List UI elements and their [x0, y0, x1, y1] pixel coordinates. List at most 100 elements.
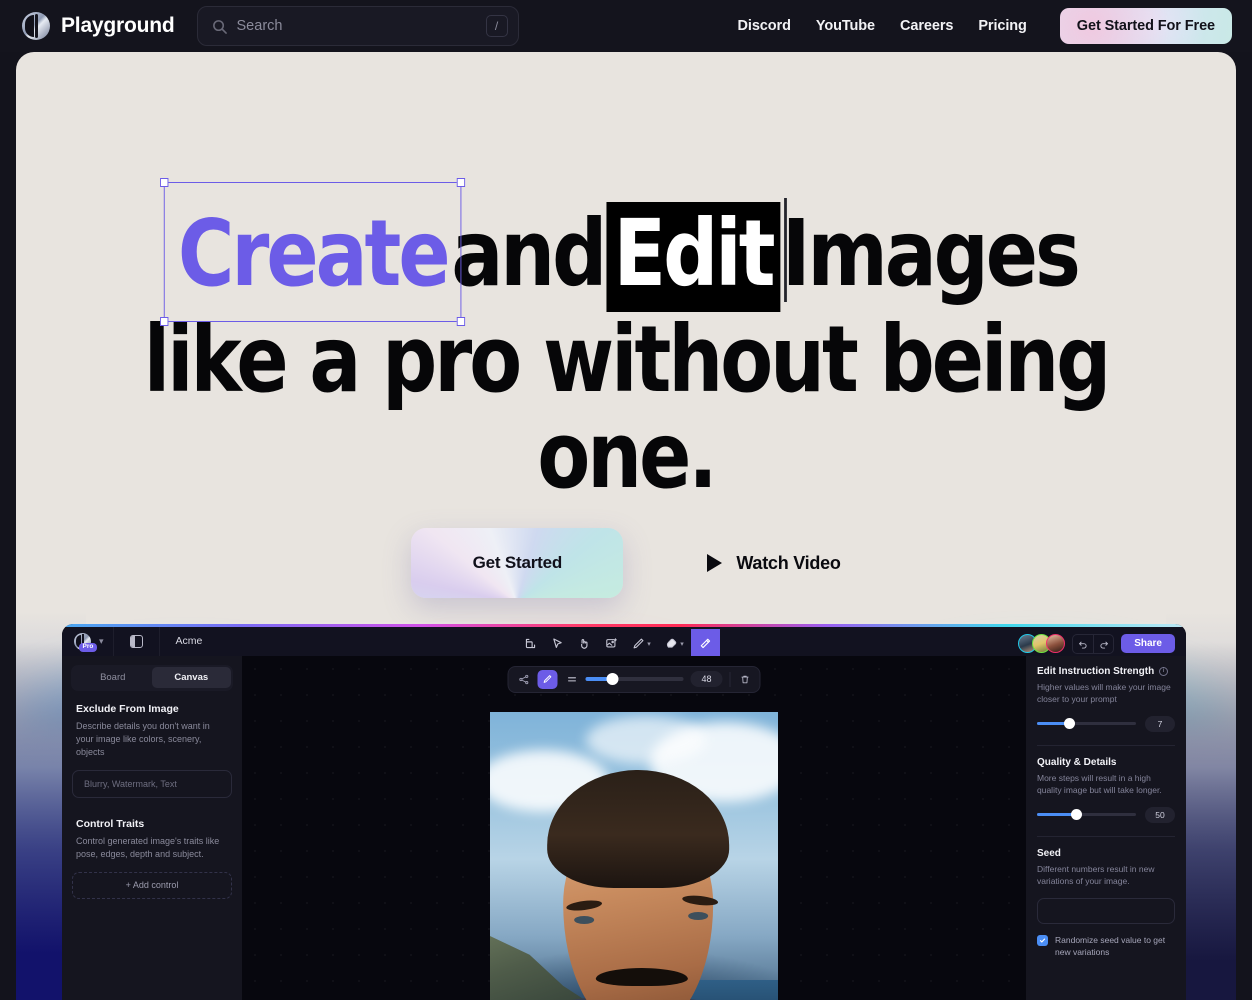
- brand[interactable]: Playground: [16, 12, 175, 40]
- add-control-button[interactable]: + Add control: [72, 871, 232, 899]
- headline-word-create: Create: [160, 178, 466, 326]
- stroke-style-icon[interactable]: [565, 672, 579, 686]
- headline-edit-text: Edit: [613, 200, 776, 307]
- slider-knob[interactable]: [1070, 808, 1083, 821]
- exclude-input[interactable]: Blurry, Watermark, Text: [72, 769, 232, 798]
- search-shortcut-key: /: [485, 15, 508, 37]
- sidebar-toggle-icon[interactable]: [129, 634, 143, 648]
- tab-board[interactable]: Board: [74, 667, 153, 688]
- seed-section: Seed Different numbers result in new var…: [1037, 848, 1175, 958]
- section-description: Different numbers result in new variatio…: [1037, 863, 1155, 886]
- eraser-icon[interactable]: ▾: [658, 629, 691, 658]
- headline-images: Images: [781, 200, 1081, 307]
- left-panel: Board Canvas Exclude From Image Describe…: [62, 655, 242, 1000]
- mustache: [595, 967, 688, 986]
- watch-video-label: Watch Video: [736, 552, 841, 573]
- nav-link-discord[interactable]: Discord: [738, 18, 791, 34]
- section-title: Edit Instruction Strength: [1037, 665, 1155, 677]
- info-icon[interactable]: i: [1159, 666, 1169, 676]
- right-panel: Edit Instruction Strength i Higher value…: [1026, 655, 1186, 1000]
- chevron-down-icon: ▾: [99, 635, 104, 646]
- app-logo-menu[interactable]: Pro ▾: [62, 627, 113, 656]
- toolbar-divider: [112, 626, 114, 656]
- eye: [688, 911, 709, 920]
- app-topbar: Pro ▾ Acme ▾ ▾ Share: [62, 626, 1186, 658]
- brush-size-value: 48: [690, 671, 723, 687]
- edit-strength-value: 7: [1145, 715, 1175, 732]
- slider-knob[interactable]: [1063, 717, 1076, 730]
- panel-divider: [1037, 835, 1175, 837]
- headline-line-2: like a pro without being: [143, 306, 1112, 413]
- avatar[interactable]: [1046, 634, 1066, 653]
- panel-divider: [1037, 744, 1175, 746]
- randomize-seed-label: Randomize seed value to get new variatio…: [1055, 934, 1166, 957]
- search-input[interactable]: Search /: [196, 6, 519, 46]
- get-started-button[interactable]: Get Started: [411, 528, 624, 598]
- eye: [574, 915, 595, 924]
- slider-fill: [1037, 812, 1075, 817]
- transform-icon[interactable]: [517, 629, 544, 658]
- canvas-area[interactable]: 48: [242, 655, 1026, 1000]
- seed-input[interactable]: [1037, 897, 1175, 924]
- section-description: Higher values will make your image close…: [1037, 681, 1171, 704]
- tab-canvas[interactable]: Canvas: [152, 667, 231, 688]
- play-icon: [707, 554, 723, 572]
- playground-logo-icon: [22, 12, 50, 40]
- hero-cta-row: Get Started Watch Video: [16, 528, 1236, 598]
- brush-slider-knob[interactable]: [606, 673, 619, 685]
- brand-name: Playground: [61, 14, 175, 37]
- project-title: Acme: [175, 635, 203, 647]
- undo-icon[interactable]: [1073, 635, 1093, 653]
- brush-pencil-button[interactable]: [537, 669, 558, 689]
- headline-and: and: [451, 200, 607, 307]
- trash-icon[interactable]: [738, 672, 752, 686]
- section-title: Quality & Details: [1037, 756, 1117, 768]
- edit-strength-slider[interactable]: [1037, 717, 1136, 730]
- edit-instruction-strength-section: Edit Instruction Strength i Higher value…: [1037, 666, 1175, 732]
- headline-line-1: Create and Edit Images: [59, 178, 1194, 326]
- app-preview-window: Pro ▾ Acme ▾ ▾ Share Board Canvas Exclud…: [62, 624, 1186, 1000]
- magic-wand-icon[interactable]: [691, 629, 720, 658]
- nav-link-youtube[interactable]: YouTube: [816, 18, 875, 34]
- pencil-icon[interactable]: ▾: [625, 629, 658, 658]
- headline-create-text: Create: [177, 200, 451, 307]
- brush-size-slider[interactable]: [585, 673, 684, 685]
- hair: [547, 769, 730, 888]
- headline-word-edit: Edit: [606, 198, 787, 312]
- randomize-seed-checkbox[interactable]: [1037, 934, 1048, 946]
- share-nodes-icon[interactable]: [517, 672, 531, 686]
- top-navbar: Playground Search / Discord YouTube Care…: [0, 0, 1252, 52]
- canvas-toolbar: ▾ ▾: [517, 629, 720, 658]
- chevron-down-icon: ▾: [647, 640, 651, 648]
- page-title: Create and Edit Images like a pro without …: [59, 178, 1194, 504]
- randomize-seed-row[interactable]: Randomize seed value to get new variatio…: [1037, 934, 1175, 958]
- quality-value: 50: [1145, 806, 1175, 823]
- brush-toolbar-divider: [729, 671, 731, 687]
- nav-links: Discord YouTube Careers Pricing Get Star…: [738, 8, 1236, 44]
- hand-icon[interactable]: [571, 629, 598, 658]
- topbar-right-controls: Share: [1018, 629, 1186, 658]
- section-description: Control generated image's traits like po…: [76, 835, 220, 859]
- watch-video-button[interactable]: Watch Video: [707, 552, 841, 574]
- selection-handle-top-right[interactable]: [456, 178, 466, 187]
- share-button[interactable]: Share: [1121, 634, 1175, 653]
- nav-link-careers[interactable]: Careers: [900, 18, 953, 34]
- selection-handle-top-left[interactable]: [160, 178, 169, 187]
- nav-link-pricing[interactable]: Pricing: [978, 18, 1027, 34]
- cursor-icon[interactable]: [544, 629, 571, 658]
- brush-toolbar: 48: [507, 665, 761, 693]
- get-started-free-button[interactable]: Get Started For Free: [1060, 8, 1232, 44]
- section-title: Seed: [1037, 847, 1061, 859]
- undo-redo-group: [1072, 633, 1115, 654]
- exclude-from-image-section: Exclude From Image Describe details you …: [71, 703, 233, 798]
- search-icon: [212, 19, 227, 34]
- text-caret: [783, 198, 787, 302]
- control-traits-section: Control Traits Control generated image's…: [71, 818, 233, 899]
- redo-icon[interactable]: [1093, 634, 1113, 653]
- image-add-icon[interactable]: [598, 629, 625, 658]
- search-placeholder: Search: [236, 18, 283, 34]
- section-title: Exclude From Image: [76, 702, 179, 715]
- plan-badge: Pro: [79, 643, 97, 652]
- quality-slider[interactable]: [1037, 808, 1136, 821]
- generated-image[interactable]: [490, 711, 778, 1000]
